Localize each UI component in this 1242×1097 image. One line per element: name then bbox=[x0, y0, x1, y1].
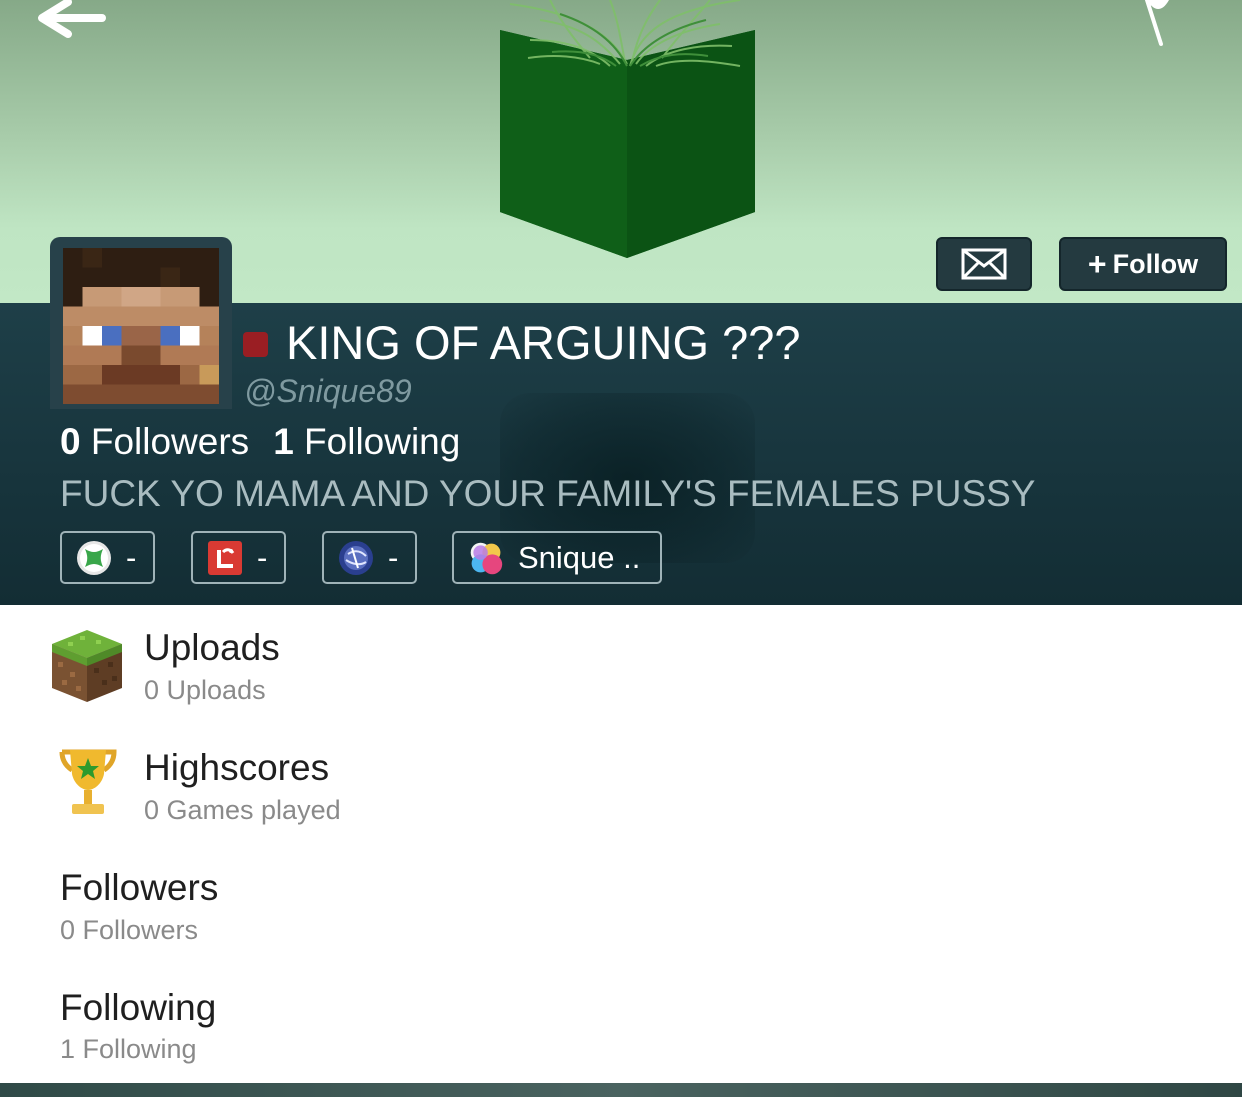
message-button[interactable] bbox=[936, 237, 1032, 291]
highscores-row[interactable]: Highscores 0 Games played bbox=[0, 740, 1242, 840]
grass-block-icon bbox=[52, 630, 122, 702]
profile-bio: FUCK YO MAMA AND YOUR FAMILY'S FEMALES P… bbox=[60, 473, 1036, 514]
back-arrow-icon bbox=[38, 0, 106, 38]
followers-subtitle: 0 Followers bbox=[60, 915, 199, 945]
followers-stat-label: Followers bbox=[90, 421, 250, 462]
grass-cube-image bbox=[500, 0, 755, 258]
red-app-icon bbox=[207, 540, 243, 576]
follow-counts: 0 Followers 1 Following bbox=[60, 420, 460, 464]
uploads-title: Uploads bbox=[144, 627, 280, 668]
follow-label: Follow bbox=[1112, 248, 1199, 279]
bottom-bar bbox=[0, 1083, 1242, 1097]
xbox-account-value: - bbox=[126, 539, 137, 575]
game-center-account-chip[interactable]: Snique .. bbox=[452, 531, 662, 584]
status-indicator bbox=[243, 332, 268, 357]
trophy-icon bbox=[59, 749, 117, 814]
envelope-icon bbox=[961, 248, 1007, 280]
follow-button[interactable]: + Follow bbox=[1059, 237, 1227, 291]
game-center-icon bbox=[468, 540, 504, 576]
red-app-account-value: - bbox=[257, 539, 268, 575]
xbox-account-chip[interactable]: - bbox=[60, 531, 155, 584]
uploads-row[interactable]: Uploads 0 Uploads bbox=[0, 620, 1242, 720]
following-count: 1 bbox=[273, 421, 294, 462]
playstation-account-chip[interactable]: - bbox=[322, 531, 417, 584]
xbox-icon bbox=[76, 540, 112, 576]
followers-stat[interactable]: 0 Followers bbox=[60, 421, 249, 462]
report-button[interactable] bbox=[1135, 0, 1185, 48]
playstation-account-value: - bbox=[388, 539, 399, 575]
back-button[interactable] bbox=[32, 0, 112, 48]
highscores-title: Highscores bbox=[144, 747, 330, 788]
avatar[interactable] bbox=[63, 248, 219, 404]
followers-row[interactable]: Followers 0 Followers bbox=[0, 860, 1242, 960]
report-flag-icon bbox=[1145, 0, 1169, 46]
playstation-icon bbox=[338, 540, 374, 576]
plus-icon: + bbox=[1087, 246, 1107, 282]
display-name: KING OF ARGUING ??? bbox=[286, 316, 801, 369]
following-stat[interactable]: 1 Following bbox=[273, 421, 460, 462]
following-row[interactable]: Following 1 Following bbox=[0, 980, 1242, 1080]
highscores-subtitle: 0 Games played bbox=[144, 795, 341, 825]
game-center-account-value: Snique .. bbox=[518, 539, 641, 575]
followers-count: 0 bbox=[60, 421, 81, 462]
red-app-account-chip[interactable]: - bbox=[191, 531, 286, 584]
following-title: Following bbox=[60, 987, 217, 1028]
followers-title: Followers bbox=[60, 867, 219, 908]
following-subtitle: 1 Following bbox=[60, 1034, 197, 1064]
following-stat-label: Following bbox=[304, 421, 461, 462]
uploads-subtitle: 0 Uploads bbox=[144, 675, 266, 705]
username: @Snique89 bbox=[244, 373, 412, 409]
